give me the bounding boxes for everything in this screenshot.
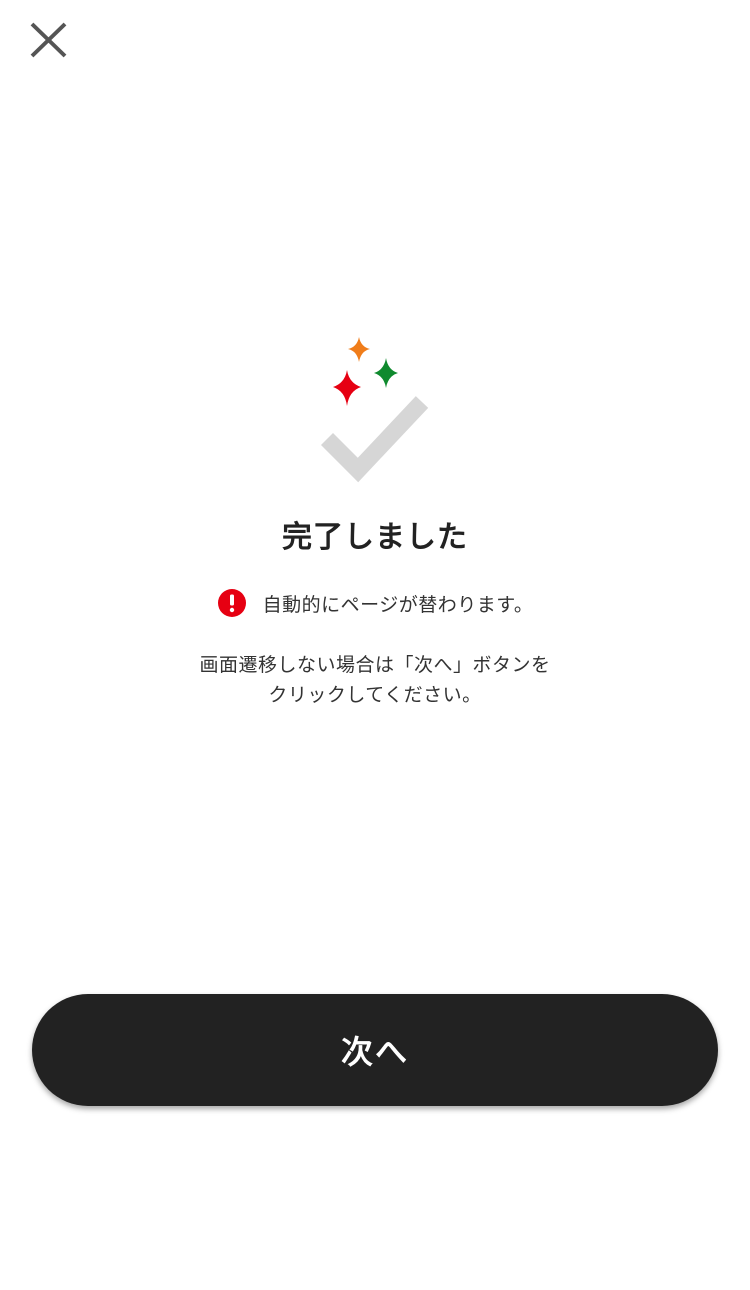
alert-circle-icon: [217, 589, 246, 617]
instruction-line-2: クリックしてください。: [268, 684, 482, 706]
check-mark-icon: [320, 396, 429, 483]
sparkle-green-icon: [374, 358, 398, 388]
page-title: 完了しました: [282, 520, 468, 555]
close-button[interactable]: [22, 14, 74, 66]
auto-redirect-notice: 自動的にページが替わります。: [0, 588, 750, 618]
completed-check-with-sparkles-icon: [300, 325, 450, 490]
close-icon: [30, 22, 67, 58]
next-button[interactable]: 次へ: [32, 994, 718, 1106]
next-button-label: 次へ: [340, 1033, 409, 1071]
sparkle-red-icon: [333, 370, 361, 406]
sparkle-orange-icon: [348, 337, 370, 362]
instruction-text: 画面遷移しない場合は「次へ」ボタンを クリックしてください。: [0, 650, 750, 710]
instruction-line-1: 画面遷移しない場合は「次へ」ボタンを: [199, 654, 551, 676]
notice-text: 自動的にページが替わります。: [262, 593, 534, 616]
